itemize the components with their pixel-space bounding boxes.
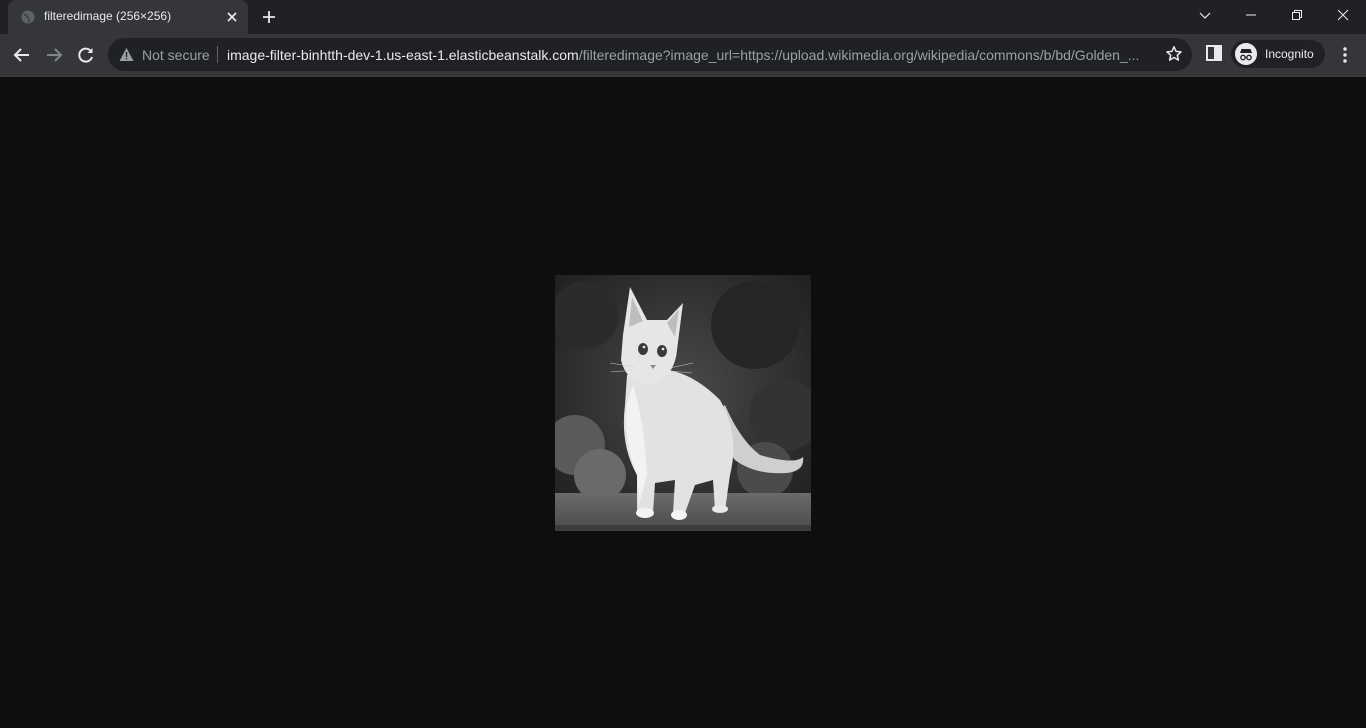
restore-icon: [1292, 10, 1302, 20]
back-button[interactable]: [10, 43, 34, 67]
security-status[interactable]: Not secure: [142, 47, 210, 63]
kitten-photo: [555, 275, 811, 531]
tab-strip: filteredimage (256×256): [0, 0, 1366, 34]
warning-icon[interactable]: [119, 47, 134, 62]
forward-button[interactable]: [42, 43, 66, 67]
tab-filteredimage[interactable]: filteredimage (256×256): [8, 0, 248, 34]
arrow-left-icon: [13, 48, 29, 62]
globe-icon: [21, 10, 35, 24]
url-host: image-filter-binhtth-dev-1.us-east-1.ela…: [227, 47, 579, 63]
restore-button[interactable]: [1274, 0, 1320, 30]
tab-search-button[interactable]: [1182, 0, 1228, 30]
toolbar: Not secure image-filter-binhtth-dev-1.us…: [0, 34, 1366, 77]
reload-button[interactable]: [74, 43, 98, 67]
chevron-down-icon: [1199, 12, 1211, 19]
more-vert-icon[interactable]: [1335, 45, 1355, 65]
browser-window: filteredimage (256×256) Not secure image…: [0, 0, 1366, 728]
url-text[interactable]: image-filter-binhtth-dev-1.us-east-1.ela…: [227, 47, 1157, 63]
star-icon[interactable]: [1165, 45, 1183, 63]
arrow-right-icon: [47, 48, 63, 62]
close-icon[interactable]: [224, 9, 240, 25]
profile-label: Incognito: [1265, 47, 1314, 61]
tab-title: filteredimage (256×256): [44, 9, 172, 23]
divider: [217, 46, 218, 63]
minimize-button[interactable]: [1228, 0, 1274, 30]
minimize-icon: [1246, 14, 1256, 16]
page-viewport: [0, 77, 1366, 728]
side-panel-icon[interactable]: [1205, 44, 1223, 62]
url-path: /filteredimage?image_url=https://upload.…: [578, 47, 1140, 63]
incognito-icon: [1235, 43, 1257, 65]
address-bar[interactable]: Not secure image-filter-binhtth-dev-1.us…: [108, 38, 1192, 71]
close-icon: [1337, 9, 1349, 21]
incognito-profile-button[interactable]: Incognito: [1231, 40, 1325, 68]
new-tab-icon[interactable]: [260, 8, 278, 26]
reload-icon: [78, 47, 93, 63]
filtered-kitten-image[interactable]: [555, 275, 811, 531]
close-window-button[interactable]: [1320, 0, 1366, 30]
